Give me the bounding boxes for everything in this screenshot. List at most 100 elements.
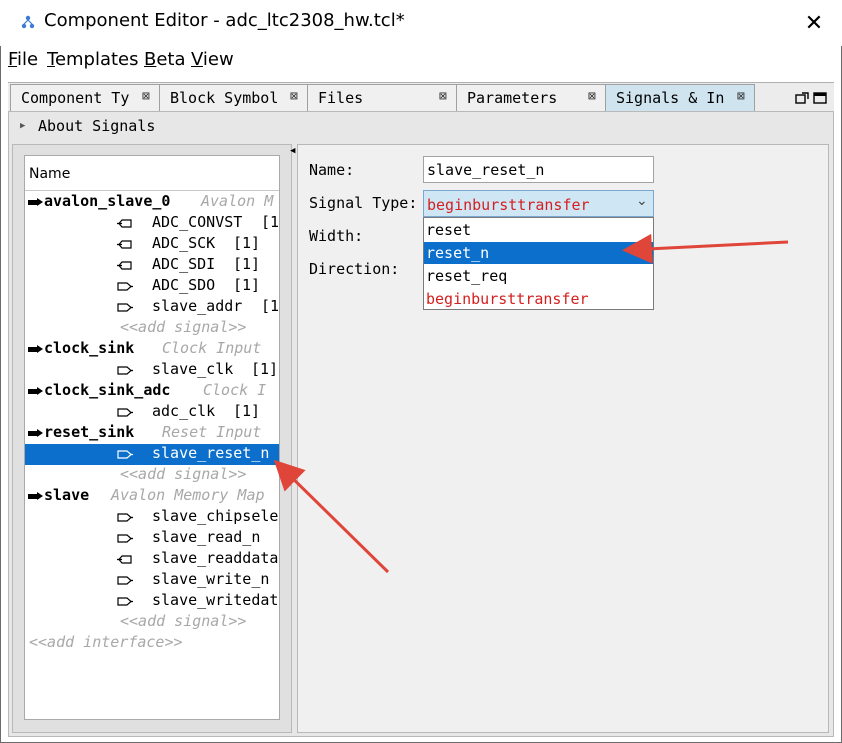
add-signal-link[interactable]: <<add signal>> [120,465,246,483]
interface-name: clock_sink_adc [44,381,171,399]
width-label: Width: [309,227,364,245]
tab-signals-interfaces[interactable]: Signals & In ⊠ [605,84,755,111]
signal-tree[interactable]: Name avalon_slave_0 Avalon M ADC_CONVST [1 A… [24,155,280,720]
signal-input-icon [117,408,133,417]
menu-file[interactable]: File [8,49,38,70]
signal-name-field[interactable]: slave_reset_n [423,156,654,183]
interface-name: reset_sink [44,423,135,441]
signal-input-icon [117,597,133,606]
signal-type-select[interactable]: beginbursttransfer ⌄ [423,190,654,217]
signal-input-icon [117,513,133,522]
tree-signal-row[interactable]: ADC_SDO [1] [25,276,279,297]
tree-interface-row[interactable]: slave Avalon Memory Map [25,486,279,507]
signal-output-icon [117,261,132,270]
add-signal-link[interactable]: <<add signal>> [120,612,246,630]
menu-beta[interactable]: Beta [144,49,186,70]
app-icon [21,15,35,29]
window-title: Component Editor - adc_ltc2308_hw.tcl* [44,10,405,31]
add-signal-row[interactable]: <<add signal>> [25,465,279,486]
signal-name: slave_write_n [152,570,270,588]
signal-width: [1] [251,360,279,378]
restore-panel-icon[interactable] [813,92,827,104]
signal-width: [1] [233,276,261,294]
add-signal-link[interactable]: <<add signal>> [120,318,246,336]
dropdown-option-reset-req[interactable]: reset_req [424,265,653,287]
tree-interface-row[interactable]: avalon_slave_0 Avalon M [25,192,279,213]
signal-name: ADC_CONVST [152,213,243,231]
add-interface-link[interactable]: <<add interface>> [29,633,183,651]
tab-close-icon[interactable]: ⊠ [737,89,745,104]
dropdown-option-reset[interactable]: reset [424,219,653,241]
splitter-collapse-icon[interactable]: ◀ [290,146,295,156]
tree-signal-row[interactable]: slave_reset_n [25,444,279,465]
tab-parameters[interactable]: Parameters ⊠ [456,84,606,111]
signal-name: ADC_SCK [152,234,216,252]
tab-files[interactable]: Files ⊠ [307,84,457,111]
interface-name: avalon_slave_0 [44,192,171,210]
signal-output-icon [117,240,132,249]
tree-signal-row[interactable]: slave_chipselec [25,507,279,528]
dropdown-option-beginbursttransfer[interactable]: beginbursttransfer [424,288,653,310]
signal-input-icon [117,450,133,459]
interface-type: Clock Input [162,339,262,357]
about-signals-toggle[interactable]: About Signals [38,117,155,135]
expand-caret-icon[interactable]: ▶ [20,121,25,131]
tree-interface-row[interactable]: clock_sink_adc Clock I [25,381,279,402]
signal-name: slave_readdata [152,549,279,567]
signal-input-icon [117,282,133,291]
tab-strip: Component Ty ⊠ Block Symbol ⊠ Files ⊠ Pa… [8,82,834,112]
interface-name: clock_sink [44,339,135,357]
tree-signal-row[interactable]: ADC_SDI [1] [25,255,279,276]
tree-interface-row[interactable]: reset_sink Reset Input [25,423,279,444]
signal-width: [1] [233,255,261,273]
signal-width: [1] [233,234,261,252]
menu-bar: File Templates Beta View [0,46,842,76]
signal-name: slave_read_n [152,528,261,546]
tab-close-icon[interactable]: ⊠ [439,89,447,104]
add-signal-row[interactable]: <<add signal>> [25,612,279,633]
interface-arrow-icon [28,345,43,353]
signal-input-icon [117,366,133,375]
signal-output-icon [117,219,132,228]
close-icon[interactable]: ✕ [796,8,832,40]
maximize-panel-icon[interactable] [795,92,809,104]
interface-arrow-icon [28,198,43,206]
tree-signal-row[interactable]: slave_clk [1] [25,360,279,381]
interface-arrow-icon [28,387,43,395]
tree-signal-row[interactable]: ADC_SCK [1] [25,234,279,255]
signal-width: [1] [233,402,261,420]
tab-close-icon[interactable]: ⊠ [290,89,298,104]
signal-name: adc_clk [152,402,216,420]
tree-interface-row[interactable]: clock_sink Clock Input [25,339,279,360]
signal-name: slave_addr [152,297,243,315]
dropdown-option-reset-n[interactable]: reset_n [424,242,653,264]
tab-close-icon[interactable]: ⊠ [142,89,150,104]
interface-arrow-icon [28,492,43,500]
signal-type-label: Signal Type: [309,194,418,212]
interface-type: Clock I [203,381,267,399]
signal-type-dropdown-list: reset reset_n reset_req beginbursttransf… [423,217,654,310]
chevron-down-icon[interactable]: ⌄ [636,193,648,209]
tree-header: Name [25,156,279,191]
tree-signal-row[interactable]: slave_readdata [25,549,279,570]
tree-signal-row[interactable]: slave_addr [1 [25,297,279,318]
name-label: Name: [309,161,355,179]
tree-signal-row[interactable]: slave_writedata [25,591,279,612]
signal-name: ADC_SDI [152,255,216,273]
tree-signal-row[interactable]: ADC_CONVST [1 [25,213,279,234]
add-interface-row[interactable]: <<add interface>> [25,633,279,654]
add-signal-row[interactable]: <<add signal>> [25,318,279,339]
menu-view[interactable]: View [191,49,234,70]
tab-close-icon[interactable]: ⊠ [588,89,596,104]
tree-signal-row[interactable]: slave_write_n [25,570,279,591]
signal-width: [1 [261,297,280,315]
signal-input-icon [117,303,133,312]
signal-name: slave_writedata [152,591,280,609]
tab-component-type[interactable]: Component Ty ⊠ [10,84,160,111]
interface-arrow-icon [28,429,43,437]
menu-templates[interactable]: Templates [47,49,139,70]
tree-signal-row[interactable]: slave_read_n [25,528,279,549]
tree-signal-row[interactable]: adc_clk [1] [25,402,279,423]
tab-block-symbol[interactable]: Block Symbol ⊠ [159,84,308,111]
signal-name: slave_clk [152,360,234,378]
